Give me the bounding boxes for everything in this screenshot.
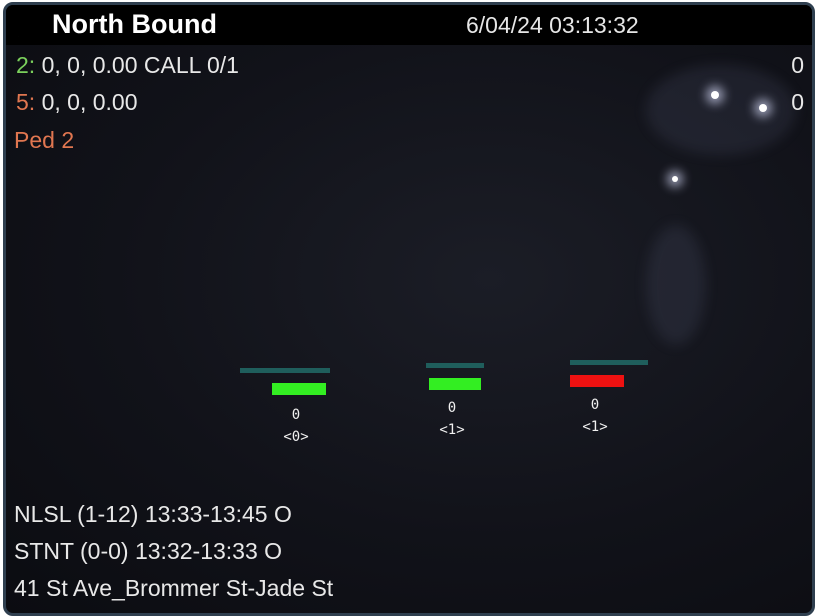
signal-indicator: [429, 378, 481, 390]
scene-haze: [646, 65, 796, 155]
street-light: [759, 104, 767, 112]
phase-5-count: 0: [791, 89, 804, 115]
lane-occupancy: 0: [291, 407, 301, 423]
signal-indicator: [570, 375, 624, 387]
camera-title: North Bound: [52, 9, 217, 39]
nlsl-status: NLSL (1-12) 13:33-13:45 O: [14, 501, 292, 527]
detector-lane-3: 0 <1>: [540, 360, 650, 435]
phase-2-count: 0: [791, 52, 804, 78]
lane-stop-line: [426, 363, 484, 368]
lane-zone: <1>: [582, 419, 608, 435]
title-bar: North Bound 6/04/24 03:13:32: [6, 5, 812, 45]
street-light: [672, 176, 678, 182]
lane-zone: <1>: [439, 422, 465, 438]
phase-number: 5: [16, 89, 29, 115]
lane-stop-line: [570, 360, 648, 365]
scene-haze: [646, 225, 706, 345]
phase-5-status: 5: 0, 0, 0.00: [16, 89, 138, 116]
signal-indicator: [272, 383, 326, 395]
phase-number: 2: [16, 52, 29, 78]
detector-lane-2: 0 <1>: [397, 363, 507, 438]
camera-view: North Bound 6/04/24 03:13:32 2: 0, 0, 0.…: [3, 2, 815, 616]
ped-label: Ped 2: [14, 127, 75, 153]
phase-values: 0, 0, 0.00: [35, 89, 138, 115]
lane-stop-line: [240, 368, 330, 373]
lane-occupancy: 0: [590, 397, 600, 413]
lane-zone: <0>: [283, 429, 309, 445]
phase-2-status: 2: 0, 0, 0.00 CALL 0/1: [16, 52, 239, 79]
stnt-status: STNT (0-0) 13:32-13:33 O: [14, 538, 283, 564]
phase-values: 0, 0, 0.00 CALL 0/1: [35, 52, 239, 78]
location-label: 41 St Ave_Brommer St-Jade St: [14, 575, 334, 601]
street-light: [711, 91, 719, 99]
timestamp: 6/04/24 03:13:32: [466, 12, 639, 38]
detector-lane-1: 0 <0>: [236, 368, 346, 445]
lane-occupancy: 0: [447, 400, 457, 416]
moon-icon: [14, 16, 42, 42]
